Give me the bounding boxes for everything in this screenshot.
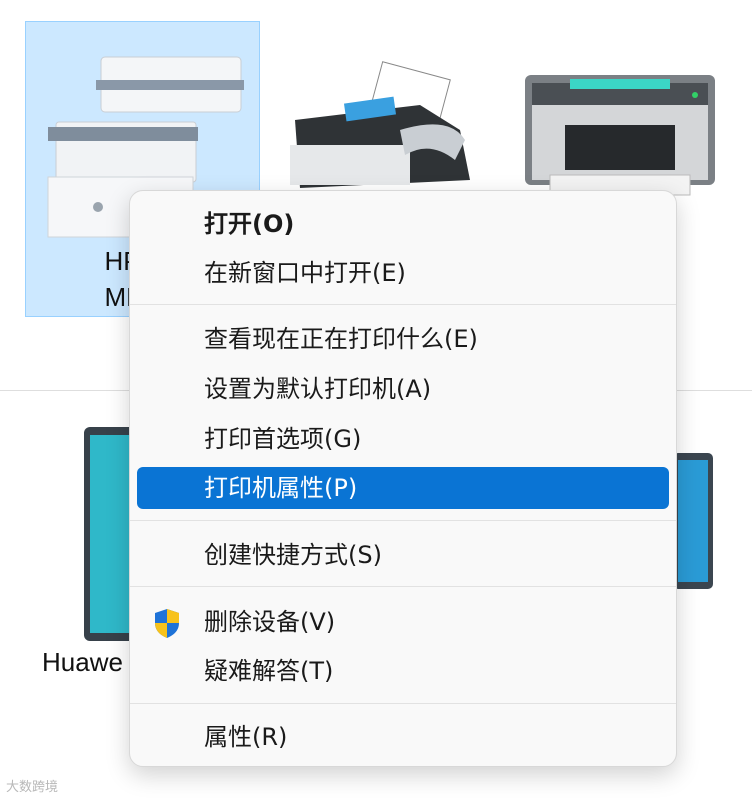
menu-item-open[interactable]: 打开(O): [137, 203, 669, 245]
menu-separator: [130, 703, 676, 704]
menu-item-label: 查看现在正在打印什么(E): [204, 325, 478, 353]
fax-machine-icon: [290, 61, 470, 188]
menu-item-remove-device[interactable]: 删除设备(V): [137, 601, 669, 643]
menu-item-label: 创建快捷方式(S): [204, 541, 382, 569]
menu-item-label: 删除设备(V): [204, 608, 336, 636]
device-tile-fax[interactable]: [280, 60, 480, 200]
menu-item-label: 疑难解答(T): [204, 657, 334, 685]
tablet-device-icon: [673, 453, 713, 589]
printer-icon: [525, 75, 715, 196]
menu-item-troubleshoot[interactable]: 疑难解答(T): [137, 650, 669, 692]
menu-item-printing-preferences[interactable]: 打印首选项(G): [137, 418, 669, 460]
menu-item-label: 在新窗口中打开(E): [204, 259, 406, 287]
menu-item-properties[interactable]: 属性(R): [137, 716, 669, 758]
menu-separator: [130, 520, 676, 521]
device-label: Huawe: [42, 647, 123, 677]
menu-item-label: 打印机属性(P): [204, 474, 358, 502]
watermark: 大数跨境: [6, 780, 59, 795]
menu-item-set-default-printer[interactable]: 设置为默认打印机(A): [137, 368, 669, 410]
menu-item-label: 设置为默认打印机(A): [204, 375, 432, 403]
menu-item-printer-properties[interactable]: 打印机属性(P): [137, 467, 669, 509]
menu-separator: [130, 304, 676, 305]
menu-item-label: 打印首选项(G): [204, 425, 362, 453]
context-menu: 打开(O) 在新窗口中打开(E) 查看现在正在打印什么(E) 设置为默认打印机(…: [129, 190, 677, 767]
menu-item-label: 属性(R): [204, 723, 288, 751]
device-tile-tablet-2[interactable]: [672, 452, 714, 592]
menu-item-see-whats-printing[interactable]: 查看现在正在打印什么(E): [137, 318, 669, 360]
menu-item-open-new-window[interactable]: 在新窗口中打开(E): [137, 252, 669, 294]
device-tile-huawei[interactable]: Huawe: [40, 425, 140, 685]
menu-item-create-shortcut[interactable]: 创建快捷方式(S): [137, 534, 669, 576]
menu-item-label: 打开(O): [204, 210, 295, 238]
uac-shield-icon: [155, 609, 179, 638]
menu-separator: [130, 586, 676, 587]
